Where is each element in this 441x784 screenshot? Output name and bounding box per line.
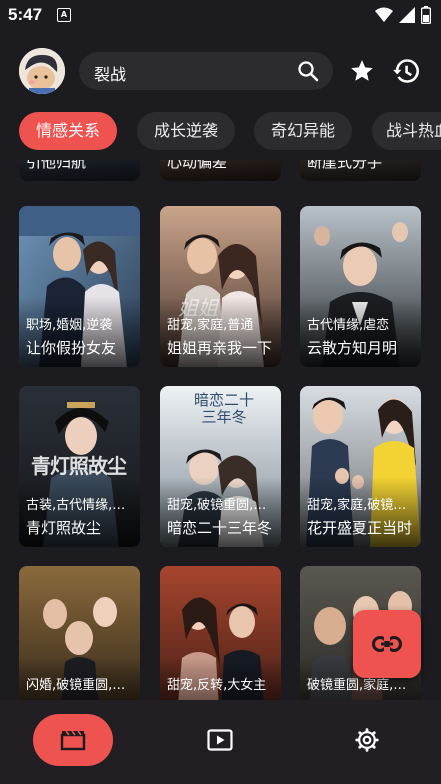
- avatar[interactable]: [19, 48, 65, 94]
- search-bar[interactable]: 裂战: [79, 52, 333, 90]
- drama-card[interactable]: 青灯照故尘 古装,古代情缘,虐恋 青灯照故尘: [19, 386, 140, 547]
- drama-title: 断崖式分手: [307, 160, 383, 171]
- tab-battle[interactable]: 战斗热血: [372, 112, 441, 150]
- search-icon[interactable]: [297, 60, 319, 82]
- history-icon[interactable]: [392, 57, 420, 85]
- drama-card[interactable]: 职场,婚姻,逆袭 让你假扮女友: [19, 206, 140, 367]
- poster-title-art: 暗恋二十三年冬: [194, 391, 255, 426]
- nav-item-player[interactable]: [180, 714, 260, 766]
- film-icon: [60, 730, 86, 751]
- search-input[interactable]: 裂战: [94, 61, 126, 85]
- poster-title-art: 青灯照故尘: [31, 454, 127, 478]
- drama-card[interactable]: 引他归航: [19, 160, 140, 181]
- status-time: 5:47: [8, 5, 43, 24]
- drama-card[interactable]: 断崖式分手: [300, 160, 421, 181]
- drama-title: 花开盛夏正当时: [307, 519, 413, 537]
- drama-tags: 甜宠,家庭,破镜重圆: [307, 498, 417, 513]
- drama-tags: 职场,婚姻,逆袭: [26, 318, 113, 333]
- drama-card[interactable]: 古代情缘,虐恋 云散方知月明: [300, 206, 421, 367]
- link-icon: [372, 636, 402, 652]
- drama-title: 青灯照故尘: [26, 519, 102, 537]
- drama-title: 引他归航: [26, 160, 87, 171]
- play-icon: [207, 729, 233, 751]
- drama-tags: 甜宠,家庭,普通: [167, 318, 254, 333]
- signal-icon: [399, 7, 415, 23]
- drama-title: 心动偏差: [167, 160, 228, 171]
- tab-fantasy[interactable]: 奇幻异能: [254, 112, 352, 150]
- nav-item-settings[interactable]: [327, 714, 407, 766]
- nav-item-films[interactable]: [33, 714, 113, 766]
- drama-title: 暗恋二十三年冬: [167, 519, 273, 537]
- drama-tags: 闪婚,破镜重圆,逆袭: [26, 678, 136, 693]
- gear-icon: [355, 728, 379, 752]
- tab-emotion[interactable]: 情感关系: [19, 112, 117, 150]
- drama-title: 云散方知月明: [307, 339, 398, 357]
- tab-growth[interactable]: 成长逆袭: [137, 112, 235, 150]
- link-fab-button[interactable]: [353, 610, 421, 678]
- bottom-nav: [0, 700, 441, 784]
- drama-tags: 甜宠,破镜重圆,虐恋: [167, 498, 277, 513]
- status-bar: 5:47 A: [0, 0, 441, 30]
- drama-card[interactable]: 暗恋二十三年冬 甜宠,破镜重圆,虐恋 暗恋二十三年冬: [160, 386, 281, 547]
- battery-icon: [421, 6, 431, 24]
- wifi-icon: [375, 7, 393, 22]
- star-icon[interactable]: [349, 58, 375, 84]
- drama-card[interactable]: 闪婚,破镜重圆,逆袭: [19, 566, 140, 700]
- drama-card[interactable]: 甜宠,反转,大女主: [160, 566, 281, 700]
- drama-card[interactable]: 心动偏差: [160, 160, 281, 181]
- drama-card[interactable]: 姐姐 甜宠,家庭,普通 姐姐再亲我一下: [160, 206, 281, 367]
- drama-title: 让你假扮女友: [26, 339, 117, 357]
- drama-tags: 甜宠,反转,大女主: [167, 678, 267, 693]
- drama-tags: 古装,古代情缘,虐恋: [26, 498, 136, 513]
- notification-icon: A: [57, 8, 71, 22]
- drama-tags: 古代情缘,虐恋: [307, 318, 390, 333]
- drama-card[interactable]: 甜宠,家庭,破镜重圆 花开盛夏正当时: [300, 386, 421, 547]
- drama-title: 姐姐再亲我一下: [167, 339, 273, 357]
- category-tabs: 情感关系 成长逆袭 奇幻异能 战斗热血: [0, 110, 441, 154]
